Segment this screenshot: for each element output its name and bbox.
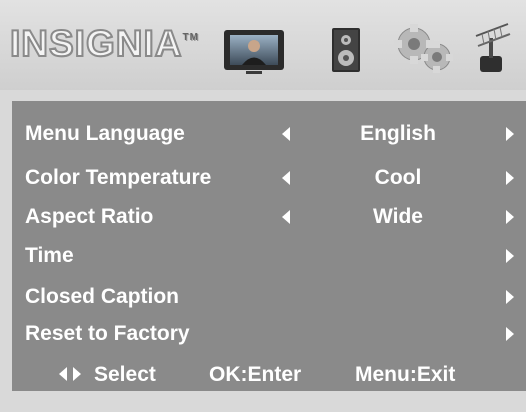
arrow-left-icon[interactable] xyxy=(282,171,290,185)
menu-item-label: Closed Caption xyxy=(25,285,180,308)
navigation-hint-bar: Select OK:Enter Menu:Exit xyxy=(12,359,526,391)
tv-picture-icon[interactable] xyxy=(222,16,286,76)
arrow-right-icon[interactable] xyxy=(506,127,514,141)
menu-item-reset-to-factory[interactable]: Reset to Factory xyxy=(12,317,526,351)
menu-item-value: Wide xyxy=(373,205,423,228)
left-right-arrows-icon xyxy=(59,367,81,381)
menu-item-label: Color Temperature xyxy=(25,166,212,189)
arrow-left-icon[interactable] xyxy=(282,210,290,224)
antenna-icon[interactable] xyxy=(470,16,526,76)
arrow-right-icon[interactable] xyxy=(506,210,514,224)
menu-item-value: Cool xyxy=(374,166,422,189)
ok-enter-hint: OK:Enter xyxy=(209,363,302,386)
menu-item-label: Aspect Ratio xyxy=(25,205,154,228)
menu-item-label: Menu Language xyxy=(25,122,185,145)
menu-item-value: English xyxy=(360,122,436,145)
menu-item-menu-language[interactable]: Menu Language English xyxy=(12,117,526,151)
brand-logo: INSIGNIATM xyxy=(9,19,199,69)
gear-icon[interactable] xyxy=(388,16,460,76)
header-bar: INSIGNIATM xyxy=(0,0,526,90)
arrow-right-icon[interactable] xyxy=(506,327,514,341)
speaker-icon[interactable] xyxy=(328,16,364,76)
arrow-right-icon[interactable] xyxy=(506,249,514,263)
arrow-right-icon[interactable] xyxy=(506,171,514,185)
menu-exit-hint: Menu:Exit xyxy=(355,363,456,386)
menu-item-aspect-ratio[interactable]: Aspect Ratio Wide xyxy=(12,200,526,234)
arrow-left-icon[interactable] xyxy=(282,127,290,141)
select-hint: Select xyxy=(94,363,156,386)
logo-text: INSIGNIA xyxy=(9,22,183,65)
menu-item-time[interactable]: Time xyxy=(12,239,526,273)
logo-trademark: TM xyxy=(182,32,199,43)
menu-item-label: Reset to Factory xyxy=(25,322,190,345)
menu-item-color-temperature[interactable]: Color Temperature Cool xyxy=(12,161,526,195)
menu-item-closed-caption[interactable]: Closed Caption xyxy=(12,280,526,314)
settings-menu-panel: Menu Language English Color Temperature … xyxy=(12,101,526,391)
menu-item-label: Time xyxy=(25,244,74,267)
arrow-right-icon[interactable] xyxy=(506,290,514,304)
